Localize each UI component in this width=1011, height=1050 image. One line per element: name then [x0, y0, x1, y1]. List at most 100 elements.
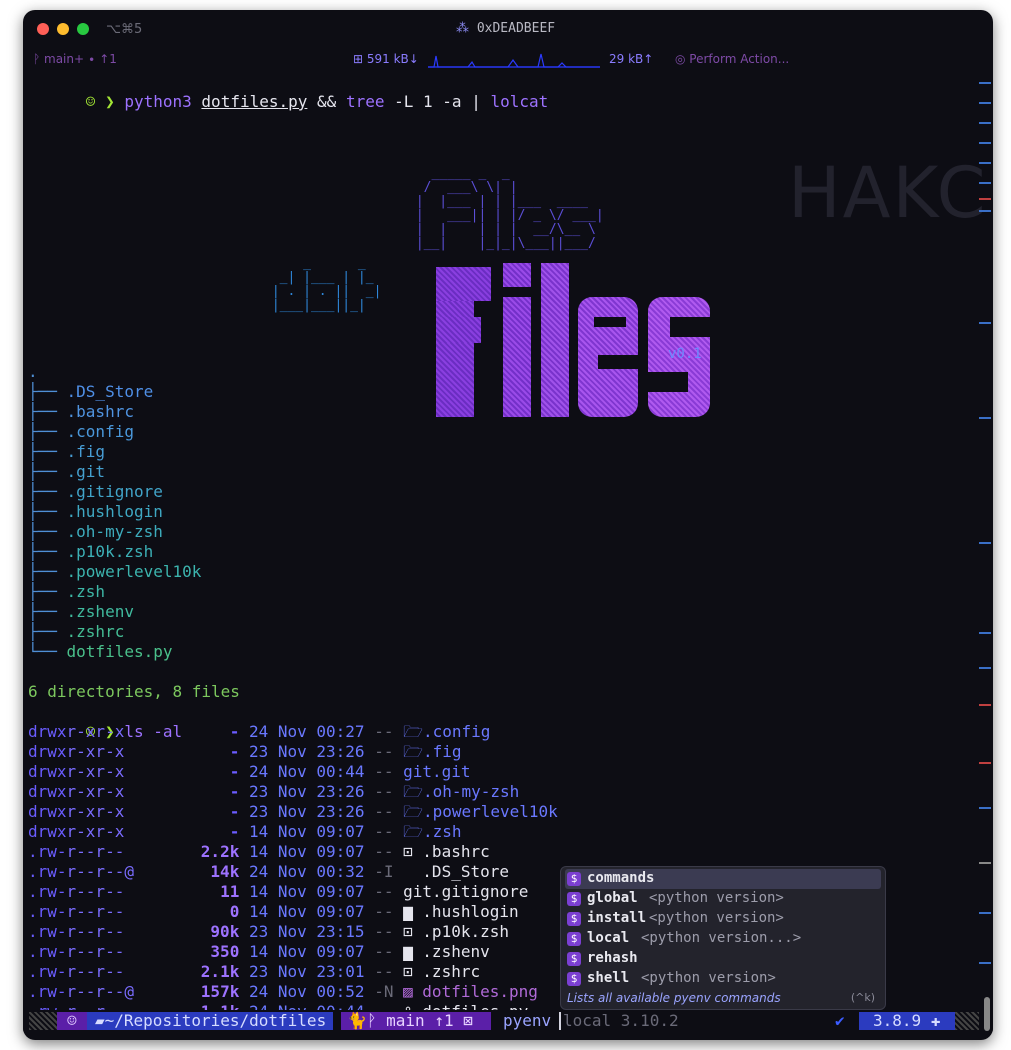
ls-row: drwxr-xr-x - 23 Nov 23:26 -- 🗁.powerlevel… — [28, 802, 558, 822]
git-status-col: -- — [374, 942, 394, 961]
permission-owner: drwx — [28, 742, 67, 761]
git-status-col: -- — [374, 782, 394, 801]
ascii-files-logo: _____ _ _ / ___\ \| | | |___ | | |___ __… — [408, 167, 713, 417]
git-status-col: -- — [374, 842, 394, 861]
scrollbar-minimap[interactable] — [977, 72, 993, 1032]
ghost-suggestion: local 3.10.2 — [563, 1011, 679, 1030]
tree-item: ├── .git — [28, 462, 106, 481]
permission-owner: drwx — [28, 762, 67, 781]
permission-rest: r--r-- — [66, 942, 125, 961]
tree-summary: 6 directories, 8 files — [28, 682, 240, 701]
file-date: 24 Nov 00:44 — [248, 762, 365, 781]
network-icon: ⊞ — [353, 52, 367, 66]
ls-row: drwxr-xr-x - 23 Nov 23:26 -- 🗁.fig — [28, 742, 461, 762]
file-name: .DS_Store — [422, 862, 509, 881]
file-size: 0 — [229, 902, 240, 921]
git-status-col: -- — [374, 922, 394, 941]
prompt-command[interactable]: pyenv — [503, 1012, 551, 1030]
dollar-icon: $ — [567, 892, 581, 906]
git-status-col: -- — [374, 902, 394, 921]
network-graph — [428, 53, 600, 68]
download-speed: ⊞ 591 kB↓ — [353, 52, 419, 66]
file-date: 14 Nov 09:07 — [248, 882, 365, 901]
file-size: 11 — [220, 882, 240, 901]
file-size: 157k — [200, 982, 240, 1001]
prompt-bar: ☺ ▰~/Repositories/dotfiles 🐈ᚹ main ↑1 ⊠ … — [23, 1010, 993, 1032]
dollar-icon: $ — [567, 932, 581, 946]
autocomplete-popup: $ commands $ global <python version> $ insta… — [560, 866, 886, 1010]
file-size: 90k — [210, 922, 240, 941]
permission-rest: r--r-- — [66, 922, 125, 941]
permission-rest: r-xr-x — [66, 822, 125, 841]
permission-rest: r--r-- — [66, 962, 125, 981]
file-type-icon: git — [403, 882, 433, 901]
tree-item: ├── .hushlogin — [28, 502, 163, 521]
terminal-window[interactable]: ⌥⌘5 ⁂ 0xDEADBEEF ᚹ main+ ∙ ↑1 ⊞ 591 kB↓ … — [23, 10, 993, 1040]
upload-speed: 29 kB↑ — [609, 52, 654, 66]
permission-owner: .rw- — [28, 882, 67, 901]
python-icon: ✚ — [930, 1011, 941, 1030]
file-size: - — [229, 822, 240, 841]
cat-icon: 🐈 — [347, 1011, 367, 1030]
perform-action-button[interactable]: ◎ Perform Action... — [675, 52, 789, 66]
title-bar: ⌥⌘5 ⁂ 0xDEADBEEF — [23, 10, 993, 50]
permission-owner: .rw- — [28, 842, 67, 861]
scroll-thumb[interactable] — [984, 997, 990, 1031]
version-label: v0.1 — [668, 346, 702, 362]
tree-item: ├── .zshenv — [28, 602, 134, 621]
file-type-icon: git — [403, 762, 433, 781]
dollar-icon: $ — [567, 872, 581, 886]
close-button[interactable] — [37, 23, 49, 35]
permission-owner: .rw- — [28, 902, 67, 921]
no-bell-icon: ⊠ — [463, 1011, 473, 1030]
autocomplete-item-install[interactable]: $ install <python version> — [565, 909, 881, 929]
file-date: 14 Nov 09:07 — [248, 822, 365, 841]
autocomplete-item-rehash[interactable]: $ rehash — [565, 949, 881, 969]
git-status-col: -I — [374, 862, 394, 881]
autocomplete-item-commands[interactable]: $ commands — [565, 869, 881, 889]
git-status-col: -- — [374, 802, 394, 821]
autocomplete-item-shell[interactable]: $ shell <python version> — [565, 969, 881, 989]
permission-rest: r--r--@ — [66, 862, 134, 881]
file-size: - — [229, 722, 240, 741]
git-status: ᚹ main+ ∙ ↑1 — [33, 52, 117, 66]
file-name: .oh-my-zsh — [422, 782, 520, 801]
tree-item: ├── .zsh — [28, 582, 106, 601]
permission-owner: drwx — [28, 782, 67, 801]
ls-listing: drwxr-xr-x - 24 Nov 00:27 -- 🗁.config drwx… — [28, 722, 648, 1022]
file-size: - — [229, 802, 240, 821]
tree-item: ├── .zshrc — [28, 622, 125, 641]
dollar-icon: $ — [567, 972, 581, 986]
file-name: dotfiles.png — [422, 982, 538, 1001]
file-name: .zshrc — [422, 962, 481, 981]
permission-owner: .rw- — [28, 862, 67, 881]
file-date: 14 Nov 09:07 — [248, 842, 365, 861]
tree-item: ├── .powerlevel10k — [28, 562, 202, 581]
file-date: 23 Nov 23:15 — [248, 922, 365, 941]
prompt-path[interactable]: ▰~/Repositories/dotfiles — [87, 1012, 333, 1030]
prompt-git-branch: 🐈ᚹ main ↑1 ⊠ — [341, 1012, 491, 1030]
file-type-icon: 🗁 — [403, 782, 423, 801]
autocomplete-item-local[interactable]: $ local <python version...> — [565, 929, 881, 949]
permission-rest: r--r-- — [66, 902, 125, 921]
file-date: 24 Nov 00:32 — [248, 862, 365, 881]
file-date: 24 Nov 00:27 — [248, 722, 365, 741]
tree-item: ├── .bashrc — [28, 402, 134, 421]
tree-item: ├── .fig — [28, 442, 106, 461]
tree-item: └── dotfiles.py — [28, 642, 173, 661]
permission-owner: drwx — [28, 822, 67, 841]
command-line-2: ☺ ❯ ls -al — [85, 722, 183, 741]
python-version: 3.8.9 ✚ — [859, 1012, 955, 1030]
autocomplete-item-global[interactable]: $ global <python version> — [565, 889, 881, 909]
git-status-col: -N — [374, 982, 394, 1001]
apple-icon: ☺ — [57, 1012, 87, 1030]
file-size: 350 — [210, 942, 240, 961]
minimize-button[interactable] — [57, 23, 69, 35]
file-date: 24 Nov 00:52 — [248, 982, 365, 1001]
success-check-icon: ✔ — [835, 1011, 845, 1030]
autocomplete-description: Lists all available pyenv commands — [567, 991, 781, 1005]
file-type-icon: ▆ — [403, 902, 413, 921]
git-status-col: -- — [374, 882, 394, 901]
zoom-button[interactable] — [77, 23, 89, 35]
file-date: 14 Nov 09:07 — [248, 942, 365, 961]
